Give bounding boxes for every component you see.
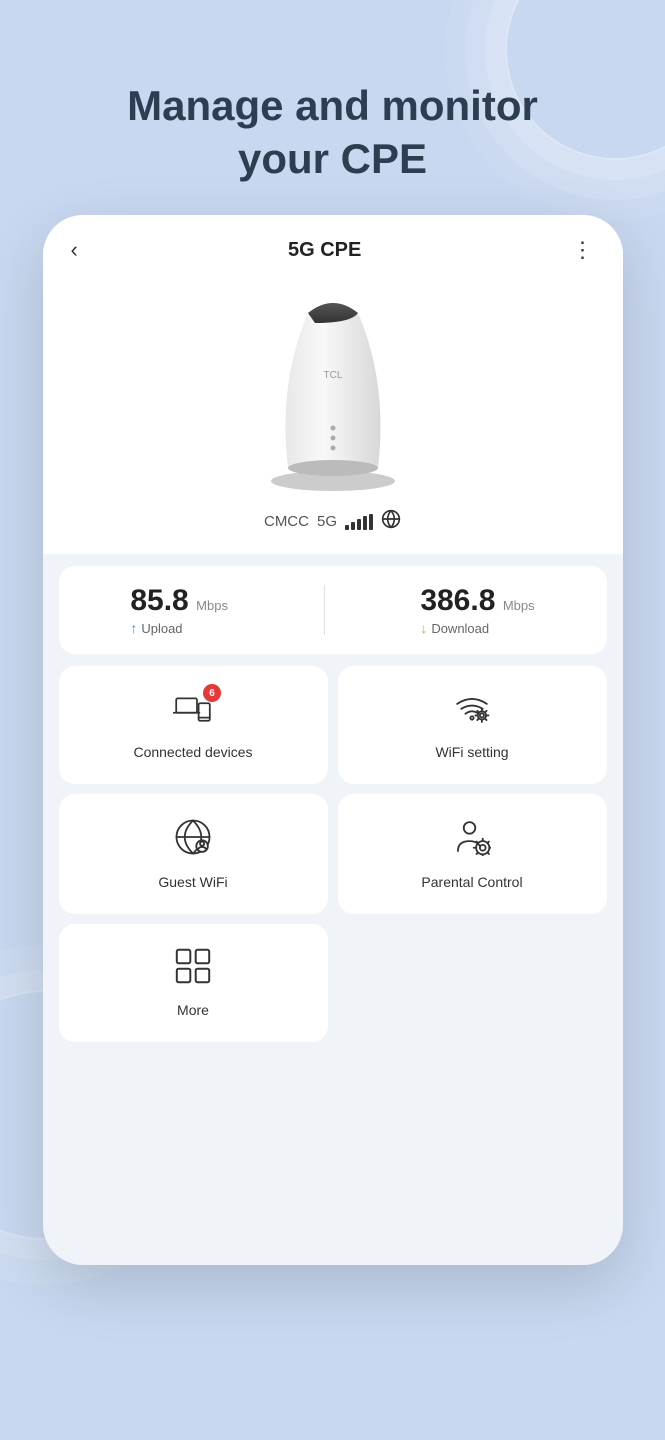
more-card[interactable]: More bbox=[59, 924, 328, 1042]
wifi-setting-icon bbox=[453, 690, 491, 734]
grid-section-row3: More bbox=[59, 924, 607, 1062]
header-section: Manage and monitor your CPE bbox=[0, 0, 665, 215]
page-title: Manage and monitor your CPE bbox=[0, 80, 665, 185]
carrier-label: CMCC bbox=[264, 513, 309, 530]
globe-icon bbox=[381, 509, 401, 534]
network-label: 5G bbox=[317, 513, 337, 530]
signal-bars bbox=[345, 514, 373, 530]
phone-frame: ‹ 5G CPE ⋮ bbox=[43, 215, 623, 1265]
connected-devices-card[interactable]: 6 Connected devices bbox=[59, 666, 328, 784]
parental-control-icon bbox=[453, 818, 491, 864]
more-icon bbox=[175, 948, 211, 992]
phone-topbar: ‹ 5G CPE ⋮ bbox=[43, 215, 623, 273]
devices-badge: 6 bbox=[203, 684, 221, 702]
back-button[interactable]: ‹ bbox=[71, 237, 78, 263]
guest-wifi-card[interactable]: Guest WiFi bbox=[59, 794, 328, 914]
guest-wifi-label: Guest WiFi bbox=[158, 874, 227, 890]
signal-area: CMCC 5G bbox=[264, 509, 401, 534]
more-label: More bbox=[177, 1002, 209, 1018]
parental-control-label: Parental Control bbox=[421, 874, 522, 890]
grid-section-row2: Guest WiFi bbox=[59, 794, 607, 914]
upload-label: Upload bbox=[141, 621, 182, 636]
download-unit: Mbps bbox=[503, 598, 535, 613]
device-area: TCL CMCC 5G bbox=[43, 273, 623, 554]
upload-unit: Mbps bbox=[196, 598, 228, 613]
connected-devices-label: Connected devices bbox=[133, 744, 252, 760]
upload-arrow-icon: ↑ bbox=[130, 620, 137, 636]
speed-card: 85.8 Mbps ↑ Upload 386.8 Mbps ↓ Download bbox=[59, 566, 607, 654]
upload-speed: 85.8 Mbps ↑ Upload bbox=[130, 584, 228, 636]
speed-divider bbox=[324, 585, 325, 635]
router-image: TCL bbox=[233, 283, 433, 503]
wifi-setting-card[interactable]: WiFi setting bbox=[338, 666, 607, 784]
download-label: Download bbox=[431, 621, 489, 636]
svg-text:TCL: TCL bbox=[323, 370, 342, 381]
upload-value: 85.8 bbox=[130, 584, 188, 617]
guest-wifi-icon bbox=[174, 818, 212, 864]
download-value: 386.8 bbox=[420, 584, 495, 617]
connected-devices-icon: 6 bbox=[173, 690, 213, 734]
wifi-setting-label: WiFi setting bbox=[435, 744, 508, 760]
download-speed: 386.8 Mbps ↓ Download bbox=[420, 584, 534, 636]
more-menu-button[interactable]: ⋮ bbox=[572, 237, 595, 263]
grid-section-row1: 6 Connected devices bbox=[59, 666, 607, 784]
download-arrow-icon: ↓ bbox=[420, 620, 427, 636]
parental-control-card[interactable]: Parental Control bbox=[338, 794, 607, 914]
phone-title: 5G CPE bbox=[288, 239, 361, 262]
